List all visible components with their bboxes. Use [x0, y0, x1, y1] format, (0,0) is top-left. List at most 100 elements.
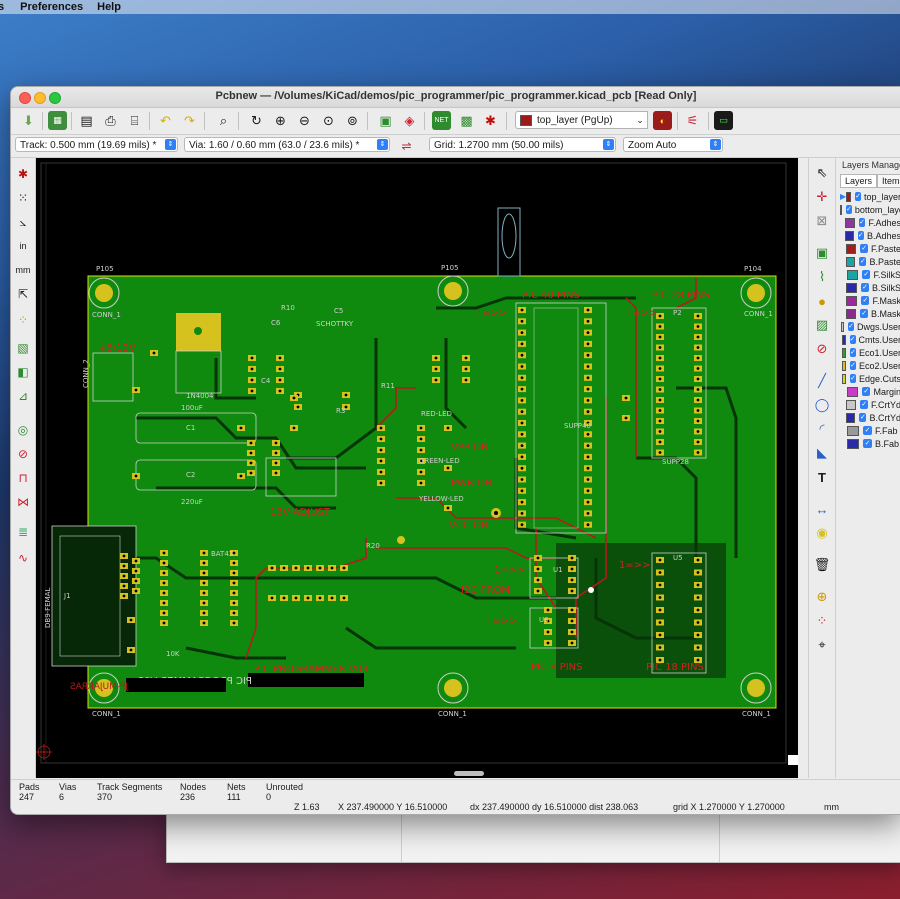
drc-marker-icon[interactable]: ✱ [13, 164, 33, 184]
layer-color-swatch[interactable] [840, 321, 845, 332]
units-mm-icon[interactable]: mm [13, 260, 33, 280]
cursor-shape-icon[interactable]: ⇱ [13, 284, 33, 304]
footprint-browser-icon[interactable]: ◈ [400, 111, 419, 130]
scrollbar-thumb[interactable] [454, 771, 484, 776]
net-highlight-icon[interactable]: ⋈ [13, 492, 33, 512]
plot-icon[interactable]: ⌸ [125, 111, 144, 130]
via-sketch-icon[interactable]: ◎ [13, 420, 33, 440]
auto-track-width-icon[interactable]: ⇌ [397, 136, 416, 155]
add-circle-icon[interactable]: ◯ [812, 395, 832, 415]
layer-visibility-checkbox[interactable]: ✓ [857, 231, 864, 240]
add-footprint-icon[interactable]: ▣ [812, 243, 832, 263]
layer-row[interactable]: ✓ Cmts.User [840, 333, 900, 346]
grid-select[interactable]: Grid: 1.2700 mm (50.00 mils) ⇕ [429, 137, 616, 152]
layer-color-swatch[interactable] [846, 386, 859, 397]
footprint-editor-icon[interactable]: ▣ [376, 111, 395, 130]
board-setup-icon[interactable]: ▦ [48, 111, 67, 130]
layer-color-swatch[interactable] [846, 295, 858, 306]
tab-layers[interactable]: Layers [840, 174, 878, 188]
layer-color-swatch[interactable] [847, 425, 859, 436]
layer-visibility-checkbox[interactable]: ✓ [861, 296, 870, 305]
layer-row[interactable]: ✓ Edge.Cuts [840, 372, 900, 385]
layer-row[interactable]: ✓ B.Adhes [840, 229, 900, 242]
menu-preferences[interactable]: Preferences [20, 1, 83, 13]
track-width-select[interactable]: Track: 0.500 mm (19.69 mils) * ⇕ [15, 137, 178, 152]
zoom-select[interactable]: Zoom Auto ⇕ [623, 137, 723, 152]
scripting-icon[interactable]: ⚟ [683, 111, 702, 130]
add-keepout-icon[interactable]: ⊘ [812, 339, 832, 359]
layer-visibility-checkbox[interactable]: ✓ [846, 205, 852, 214]
select-arrow-icon[interactable]: ⇖ [812, 163, 832, 183]
zone-fill-icon[interactable]: ▧ [13, 338, 33, 358]
track-sketch-icon[interactable]: ⊿ [13, 386, 33, 406]
menu-help[interactable]: Help [97, 1, 121, 13]
layer-visibility-checkbox[interactable]: ✓ [863, 439, 872, 448]
zoom-in-icon[interactable]: ⊕ [271, 111, 290, 130]
layer-row[interactable]: ✓ F.CrtYd [840, 398, 900, 411]
layer-color-swatch[interactable] [845, 399, 857, 410]
layer-visibility-checkbox[interactable]: ✓ [850, 348, 856, 357]
layer-color-swatch[interactable] [840, 204, 842, 215]
layer-color-swatch[interactable] [845, 217, 855, 228]
layer-row[interactable]: ✓ F.Fab [840, 424, 900, 437]
chevron-down-icon[interactable]: ⌄ [633, 111, 648, 129]
layer-visibility-checkbox[interactable]: ✓ [862, 270, 871, 279]
layer-color-swatch[interactable] [846, 282, 858, 293]
layer-color-swatch[interactable] [841, 373, 847, 384]
find-icon[interactable]: ⌕ [214, 111, 233, 130]
layer-row[interactable]: ✓ Margin [840, 385, 900, 398]
layer-row[interactable]: ✓ B.Mask [840, 307, 900, 320]
route-track-icon[interactable]: ⌇ [812, 267, 832, 287]
layer-visibility-checkbox[interactable]: ✓ [850, 361, 856, 370]
pad-sketch-icon[interactable]: ⊘ [13, 444, 33, 464]
layer-visibility-checkbox[interactable]: ✓ [859, 413, 867, 422]
layer-visibility-checkbox[interactable]: ✓ [860, 309, 868, 318]
layer-selector[interactable]: top_layer (PgUp) [515, 111, 635, 129]
zoom-selection-icon[interactable]: ⊚ [343, 111, 362, 130]
place-origin-icon[interactable]: ⊕ [812, 587, 832, 607]
title-bar[interactable]: Pcbnew — /Volumes/KiCad/demos/pic_progra… [11, 87, 900, 108]
polar-coords-icon[interactable]: ⦣ [13, 212, 33, 232]
layer-visibility-checkbox[interactable]: ✓ [848, 322, 854, 331]
layer-visibility-checkbox[interactable]: ✓ [860, 244, 868, 253]
horizontal-scrollbar[interactable] [36, 770, 798, 778]
layer-visibility-checkbox[interactable]: ✓ [859, 257, 867, 266]
add-via-icon[interactable]: ● [812, 291, 832, 311]
delete-icon[interactable]: 🗑 [812, 555, 832, 575]
menu-item-partial[interactable]: s [0, 1, 4, 13]
update-pcb-icon[interactable]: ▩ [457, 111, 476, 130]
layer-row[interactable]: ▶ ✓ top_layer [840, 190, 900, 203]
grid-toggle-icon[interactable]: ⁙ [13, 188, 33, 208]
layer-row[interactable]: ✓ B.Paste [840, 255, 900, 268]
layer-color-swatch[interactable] [841, 360, 847, 371]
add-text-icon[interactable]: T [812, 467, 832, 487]
pcb-canvas[interactable]: P105 P105 P104 CONN_1 CONN_1 CONN_1 CONN… [36, 158, 798, 778]
save-icon[interactable]: ⬇ [19, 111, 38, 130]
layer-row[interactable]: ✓ F.Paste [840, 242, 900, 255]
layer-visibility-checkbox[interactable]: ✓ [855, 192, 861, 201]
add-zone-icon[interactable]: ▨ [812, 315, 832, 335]
page-settings-icon[interactable]: ▤ [77, 111, 96, 130]
layer-visibility-checkbox[interactable]: ✓ [849, 335, 856, 344]
tab-items[interactable]: Items [877, 174, 900, 188]
ratsnest-icon[interactable]: ⁘ [13, 310, 33, 330]
zoom-out-icon[interactable]: ⊖ [295, 111, 314, 130]
layer-row[interactable]: ✓ F.Mask [840, 294, 900, 307]
layer-color-swatch[interactable] [846, 191, 852, 202]
layer-color-swatch[interactable] [845, 256, 856, 267]
redo-icon[interactable]: ↷ [180, 111, 199, 130]
units-inch-icon[interactable]: in [13, 236, 33, 256]
add-target-icon[interactable]: ◉ [812, 523, 832, 543]
local-ratsnest-icon[interactable]: ⊠ [812, 211, 832, 231]
zone-outline-icon[interactable]: ◧ [13, 362, 33, 382]
layer-row[interactable]: ✓ B.SilkS [840, 281, 900, 294]
layer-color-swatch[interactable] [841, 334, 846, 345]
microwave-tools-icon[interactable]: ∿ [13, 548, 33, 568]
via-size-select[interactable]: Via: 1.60 / 0.60 mm (63.0 / 23.6 mils) *… [184, 137, 390, 152]
layer-color-swatch[interactable] [847, 438, 859, 449]
layer-visibility-checkbox[interactable]: ✓ [861, 283, 869, 292]
undo-icon[interactable]: ↶ [156, 111, 175, 130]
layer-color-swatch[interactable] [841, 347, 847, 358]
layer-color-swatch[interactable] [845, 243, 857, 254]
add-dimension-icon[interactable]: ↔ [812, 499, 832, 519]
